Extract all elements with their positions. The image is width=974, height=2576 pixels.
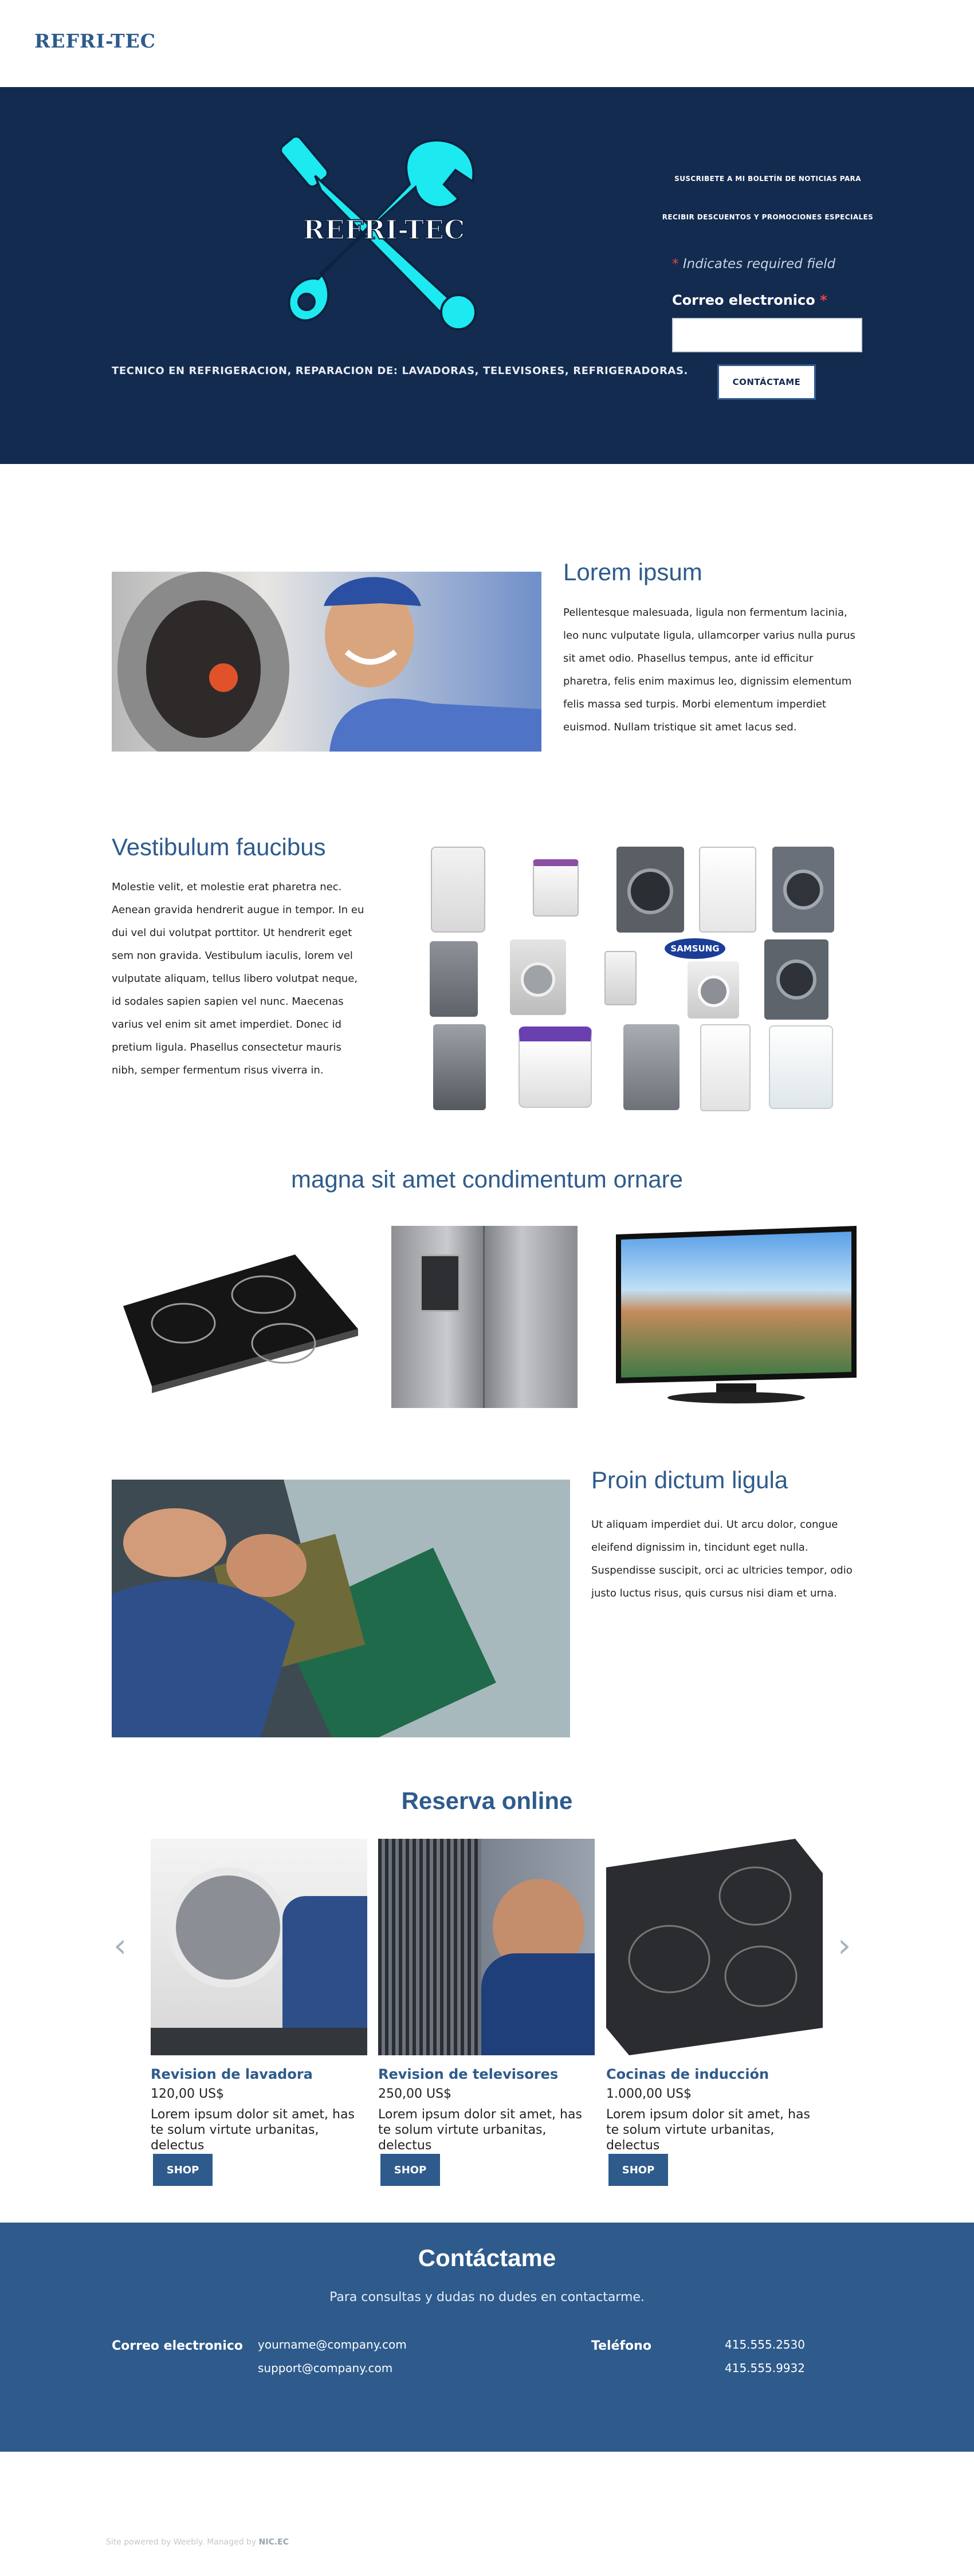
washer-image [700,1024,751,1111]
managed-by-link[interactable]: NIC.EC [259,2538,289,2547]
washer-image [769,1025,833,1109]
newsletter-text-1: SUSCRIBETE A MI BOLETÍN DE NOTICIAS PARA [674,175,861,183]
shop-button[interactable]: SHOP [380,2154,440,2186]
washer-image [604,951,637,1005]
newsletter-text-2: RECIBIR DESCUENTOS Y PROMOCIONES ESPECIA… [662,213,874,221]
washer-image [519,1027,592,1108]
card-description: Lorem ipsum dolor sit amet, has te solum… [378,2107,582,2153]
email-link[interactable]: yourname@company.com [258,2338,407,2351]
washer-image [430,941,478,1017]
booking-title: Reserva online [401,1787,573,1814]
television-image [613,1226,858,1408]
card-description: Lorem ipsum dolor sit amet, has te solum… [151,2107,355,2153]
phone-number[interactable]: 415.555.9932 [725,2361,805,2375]
email-label: Correo electronico * [672,292,827,308]
powered-by: Site powered by Weebly. Managed by NIC.E… [106,2538,289,2547]
washer-service-image [151,1839,367,2055]
washer-image [772,847,834,933]
contact-submit-button[interactable]: CONTÁCTAME [717,364,816,400]
section-lorem-text: Pellentesque malesuada, ligula non ferme… [563,607,855,733]
phone-label: Teléfono [591,2339,651,2353]
samsung-logo: SAMSUNG [665,938,725,959]
washer-image [616,847,684,933]
washer-image [623,1024,680,1110]
card-title[interactable]: Revision de lavadora [151,2066,313,2082]
tv-service-image [378,1839,595,2055]
section-proin-text: Ut aliquam imperdiet dui. Ut arcu dolor,… [591,1519,853,1599]
contact-footer: Contáctame Para consultas y dudas no dud… [0,2223,974,2452]
required-note: * Indicates required field [672,257,836,272]
card-title[interactable]: Revision de televisores [378,2066,558,2082]
technician-photo [112,572,541,752]
hero-banner: REFRI-TEC TECNICO EN REFRIGERACION, REPA… [0,87,974,464]
shop-button[interactable]: SHOP [608,2154,668,2186]
card-price: 1.000,00 US$ [606,2087,692,2101]
hero-tagline: TECNICO EN REFRIGERACION, REPARACION DE:… [112,365,688,377]
contact-title: Contáctame [418,2244,556,2271]
section-proin-title: Proin dictum ligula [591,1466,788,1493]
email-field[interactable] [672,318,862,352]
shop-button[interactable]: SHOP [153,2154,213,2186]
section-magna-title: magna sit amet condimentum ornare [291,1166,683,1193]
site-title[interactable]: REFRI-TEC [34,30,156,52]
chevron-left-icon[interactable]: ‹ [113,1926,127,1965]
washer-image [764,939,828,1020]
washer-image [533,859,579,917]
email-link[interactable]: support@company.com [258,2361,392,2375]
email-label: Correo electronico [112,2339,243,2353]
induction-cooktop-image [606,1839,823,2055]
washer-image [510,939,566,1015]
card-title[interactable]: Cocinas de inducción [606,2066,769,2082]
section-vestibulum-text: Molestie velit, et molestie erat pharetr… [112,881,364,1076]
washer-image [699,847,756,933]
electronics-repair-photo [112,1480,570,1737]
contact-subtitle: Para consultas y dudas no dudes en conta… [329,2290,645,2304]
section-vestibulum-title: Vestibulum faucibus [112,833,326,860]
card-price: 250,00 US$ [378,2087,452,2101]
logo-text: REFRI-TEC [303,214,465,245]
washer-image [688,961,739,1018]
phone-number[interactable]: 415.555.2530 [725,2338,805,2351]
chevron-right-icon[interactable]: › [838,1926,851,1965]
cooktop-image [112,1226,359,1408]
card-price: 120,00 US$ [151,2087,225,2101]
washer-image [433,1024,486,1110]
refrigerator-image [391,1226,578,1408]
washer-image [431,847,485,933]
section-lorem-title: Lorem ipsum [563,559,702,585]
card-description: Lorem ipsum dolor sit amet, has te solum… [606,2107,810,2153]
wrench-screwdriver-logo: REFRI-TEC [281,135,477,331]
